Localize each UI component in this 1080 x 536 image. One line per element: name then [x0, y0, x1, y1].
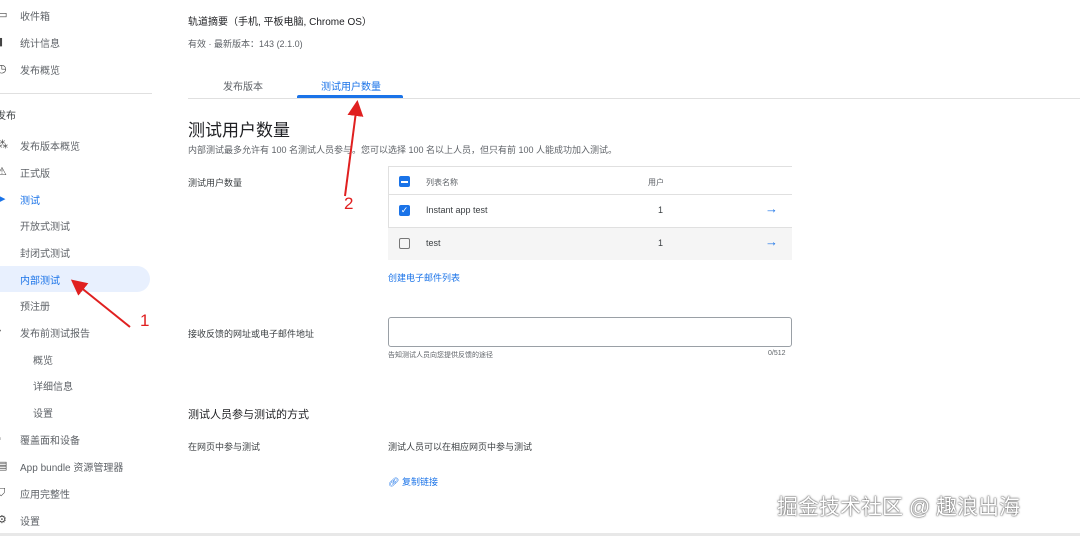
annotation-arrow-1 — [70, 279, 131, 328]
annotation-label-2: 2 — [344, 194, 354, 213]
annotation-label-1: 1 — [140, 311, 150, 330]
annotation-arrow-2 — [344, 100, 364, 197]
watermark: 掘金技术社区 @ 趣浪出海 — [777, 496, 1020, 519]
annotation-arrows — [70, 100, 364, 328]
